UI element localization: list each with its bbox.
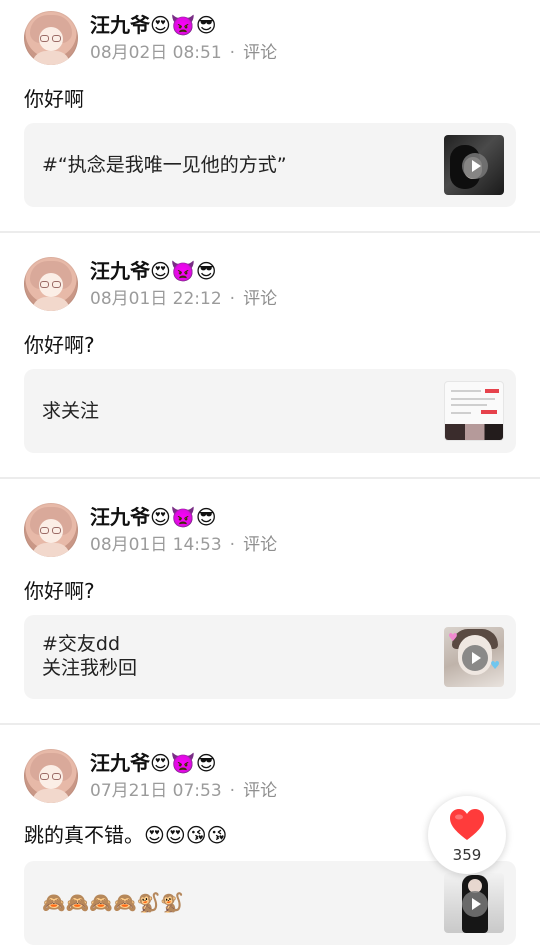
post-date: 08月01日 14:53 [90,535,222,555]
play-icon [462,153,488,179]
post-text: 你好啊? [24,579,95,603]
linked-card[interactable]: 🙈🙈🙈🙈🐒🐒 [24,861,516,945]
post-meta: 07月21日 07:53 · 评论 [90,780,277,802]
like-count: 359 [452,846,482,864]
feed: 汪九爷😍👿😎 08月02日 08:51 · 评论 你好啊 #“执念是我唯一见他的方式… [0,0,540,948]
post-date: 07月21日 07:53 [90,781,222,801]
linked-card[interactable]: #交友dd 关注我秒回 ♥ ♥ [24,615,516,699]
comment-link[interactable]: 评论 [243,43,277,63]
linked-card[interactable]: 求关注 [24,369,516,453]
post-text: 你好啊 [24,87,84,111]
meta-separator: · [229,289,236,309]
card-text: 🙈🙈🙈🙈🐒🐒 [42,892,184,914]
avatar[interactable] [24,11,78,65]
like-button[interactable]: 359 [428,796,506,874]
play-icon [462,891,488,917]
heart-sticker-icon: ♥ [490,659,500,672]
comment-link[interactable]: 评论 [243,781,277,801]
author-name[interactable]: 汪九爷😍👿😎 [90,750,217,776]
meta-separator: · [229,43,236,63]
post-meta: 08月01日 14:53 · 评论 [90,534,277,556]
post-3: 汪九爷😍👿😎 08月01日 14:53 · 评论 你好啊? #交友dd 关注我秒回 … [0,492,540,724]
comment-link[interactable]: 评论 [243,289,277,309]
post-meta: 08月01日 22:12 · 评论 [90,288,277,310]
card-text: #“执念是我唯一见他的方式” [42,154,287,176]
author-name[interactable]: 汪九爷😍👿😎 [90,504,217,530]
post-meta: 08月02日 08:51 · 评论 [90,42,277,64]
video-thumbnail[interactable] [444,873,504,933]
meta-separator: · [229,781,236,801]
meta-separator: · [229,535,236,555]
play-icon [462,645,488,671]
post-date: 08月01日 22:12 [90,289,222,309]
post-text: 跳的真不错。😍😍😘😘 [24,823,228,847]
avatar[interactable] [24,503,78,557]
post-date: 08月02日 08:51 [90,43,222,63]
heart-sticker-icon: ♥ [448,631,458,644]
image-thumbnail[interactable] [444,381,504,441]
card-text: 求关注 [42,400,100,422]
heart-icon [450,809,484,840]
avatar[interactable] [24,257,78,311]
comment-link[interactable]: 评论 [243,535,277,555]
linked-card[interactable]: #“执念是我唯一见他的方式” [24,123,516,207]
divider [0,231,540,233]
divider [0,477,540,479]
post-2: 汪九爷😍👿😎 08月01日 22:12 · 评论 你好啊? 求关注 [0,246,540,478]
avatar[interactable] [24,749,78,803]
author-name[interactable]: 汪九爷😍👿😎 [90,12,217,38]
author-name[interactable]: 汪九爷😍👿😎 [90,258,217,284]
post-text: 你好啊? [24,333,95,357]
post-1: 汪九爷😍👿😎 08月02日 08:51 · 评论 你好啊 #“执念是我唯一见他的方式… [0,0,540,232]
video-thumbnail[interactable]: ♥ ♥ [444,627,504,687]
video-thumbnail[interactable] [444,135,504,195]
divider [0,723,540,725]
card-text: #交友dd 关注我秒回 [42,633,138,679]
